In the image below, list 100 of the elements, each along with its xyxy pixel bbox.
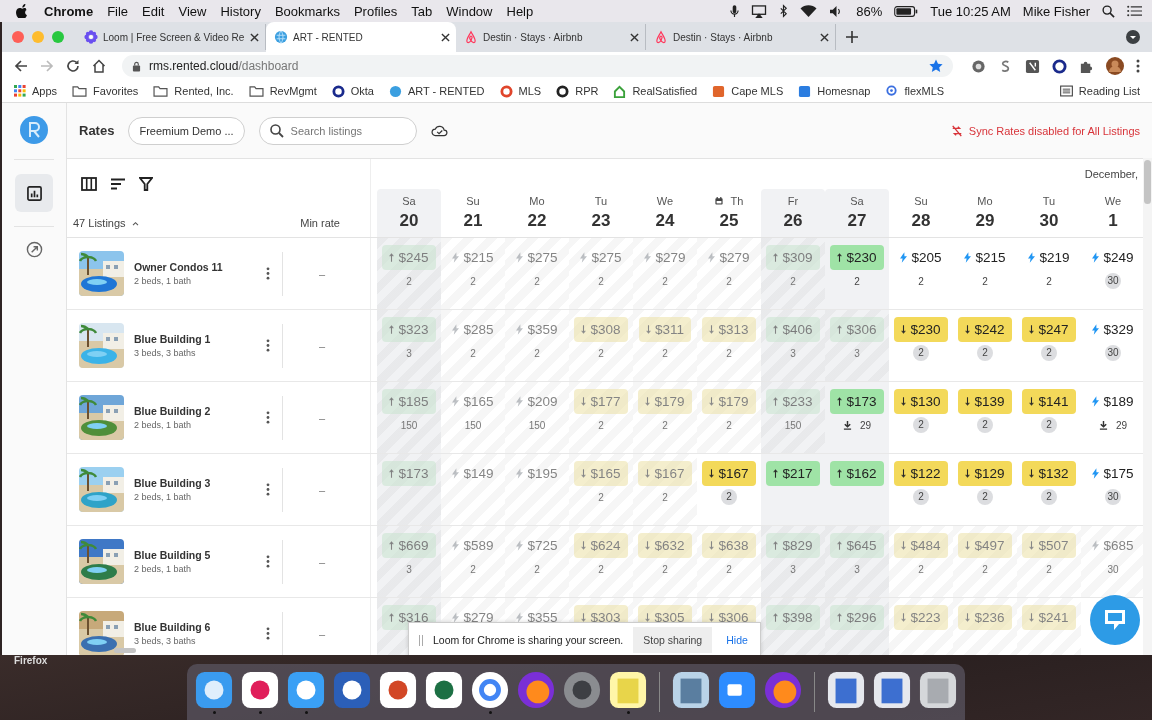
listings-sort-button[interactable]: 47 Listings bbox=[73, 217, 139, 229]
kebab-menu-icon[interactable] bbox=[266, 483, 270, 496]
scrollbar-thumb[interactable] bbox=[1144, 160, 1151, 204]
avatar-icon[interactable] bbox=[1106, 57, 1124, 75]
close-icon[interactable] bbox=[441, 32, 450, 42]
ring-icon[interactable] bbox=[1052, 58, 1067, 74]
bookmark-link[interactable]: Rented, Inc. bbox=[153, 85, 234, 97]
app-icon[interactable] bbox=[764, 670, 802, 709]
bookmark-link[interactable]: Favorites bbox=[72, 85, 139, 97]
menu-item[interactable]: Profiles bbox=[353, 3, 398, 19]
app-icon[interactable] bbox=[873, 670, 911, 709]
wifi-icon[interactable] bbox=[800, 5, 818, 17]
rate-chip[interactable]: $132 bbox=[1022, 461, 1076, 486]
app-icon[interactable] bbox=[425, 670, 463, 709]
reading-list-link[interactable]: Reading List bbox=[1059, 85, 1140, 97]
drag-handle[interactable] bbox=[419, 634, 423, 646]
app-icon[interactable] bbox=[471, 670, 509, 709]
gear-icon[interactable] bbox=[971, 58, 986, 74]
new-tab-icon[interactable] bbox=[846, 31, 858, 43]
browser-tab[interactable]: Destin · Stays · Airbnb bbox=[646, 24, 836, 50]
menu-item[interactable]: Window bbox=[446, 3, 493, 19]
menu-item[interactable]: Bookmarks bbox=[274, 3, 340, 19]
reload-icon[interactable] bbox=[66, 59, 80, 73]
close-icon[interactable] bbox=[630, 32, 639, 42]
bookmark-link[interactable]: Homesnap bbox=[798, 84, 871, 98]
microphone-icon[interactable] bbox=[730, 4, 740, 18]
bookmark-link[interactable]: Cape MLS bbox=[712, 84, 784, 98]
app-icon[interactable] bbox=[241, 670, 279, 709]
menu-item[interactable]: View bbox=[178, 3, 207, 19]
browser-tab[interactable]: ART - RENTED bbox=[266, 22, 456, 52]
app-icon[interactable] bbox=[287, 670, 325, 709]
bookmark-link[interactable]: ART - RENTED bbox=[388, 84, 485, 98]
rate-chip[interactable]: $122 bbox=[894, 461, 948, 486]
sort-icon[interactable] bbox=[110, 178, 126, 190]
user-name[interactable]: Mike Fisher bbox=[1022, 3, 1090, 19]
app-icon[interactable] bbox=[195, 670, 233, 709]
search-field[interactable]: Search listings bbox=[258, 116, 417, 145]
cloud-check-icon[interactable] bbox=[430, 124, 448, 137]
rate-chip[interactable]: $167 bbox=[702, 461, 756, 486]
bookmark-link[interactable]: Okta bbox=[331, 84, 374, 98]
rate-chip[interactable]: $129 bbox=[958, 461, 1012, 486]
compass-icon[interactable] bbox=[25, 241, 43, 258]
more-icon[interactable] bbox=[1136, 59, 1140, 73]
hide-button[interactable]: Hide bbox=[722, 634, 752, 646]
rate-chip[interactable]: $217 bbox=[766, 461, 820, 486]
app-icon[interactable] bbox=[919, 670, 957, 709]
menu-item[interactable]: History bbox=[220, 3, 261, 19]
menu-app-name[interactable]: Chrome bbox=[44, 3, 94, 19]
star-icon[interactable] bbox=[929, 59, 943, 73]
browser-tab[interactable]: Destin · Stays · Airbnb bbox=[456, 24, 646, 50]
menu-item[interactable]: Edit bbox=[142, 3, 165, 19]
bookmark-link[interactable]: RPR bbox=[556, 84, 599, 98]
app-icon[interactable] bbox=[672, 670, 710, 709]
bookmark-link[interactable]: RealSatisfied bbox=[613, 84, 698, 98]
columns-icon[interactable] bbox=[81, 177, 97, 191]
close-icon[interactable] bbox=[820, 32, 829, 42]
rate-chip[interactable]: $173 bbox=[830, 389, 884, 414]
app-icon[interactable] bbox=[827, 670, 865, 709]
rate-chip[interactable]: $139 bbox=[958, 389, 1012, 414]
back-icon[interactable] bbox=[14, 59, 28, 73]
apple-icon[interactable] bbox=[16, 4, 28, 18]
bookmark-link[interactable]: Apps bbox=[14, 85, 58, 97]
rate-chip[interactable]: $162 bbox=[830, 461, 884, 486]
close-icon[interactable] bbox=[250, 32, 259, 42]
bookmark-link[interactable]: flexMLS bbox=[885, 84, 945, 98]
menu-item[interactable]: File bbox=[107, 3, 129, 19]
rate-chip[interactable]: $130 bbox=[894, 389, 948, 414]
rate-chip[interactable]: $230 bbox=[830, 245, 884, 270]
rate-chip[interactable]: $247 bbox=[1022, 317, 1076, 342]
menu-item[interactable]: Tab bbox=[411, 3, 433, 19]
app-icon[interactable] bbox=[718, 670, 756, 709]
airplay-icon[interactable] bbox=[751, 4, 768, 18]
app-icon[interactable] bbox=[609, 670, 647, 709]
extension-icon[interactable] bbox=[1025, 58, 1040, 74]
list-icon[interactable] bbox=[1127, 5, 1142, 17]
filter-icon[interactable] bbox=[139, 177, 153, 191]
bluetooth-icon[interactable] bbox=[779, 4, 789, 18]
scrollbar-thumb[interactable] bbox=[114, 648, 136, 653]
app-logo[interactable] bbox=[19, 115, 49, 145]
menu-item[interactable]: Help bbox=[506, 3, 534, 19]
rate-chip[interactable]: $141 bbox=[1022, 389, 1076, 414]
rate-chip[interactable]: $230 bbox=[894, 317, 948, 342]
home-icon[interactable] bbox=[92, 59, 106, 73]
kebab-menu-icon[interactable] bbox=[266, 411, 270, 424]
bookmark-link[interactable]: RevMgmt bbox=[248, 85, 317, 97]
kebab-menu-icon[interactable] bbox=[266, 627, 270, 640]
stop-sharing-button[interactable]: Stop sharing bbox=[633, 627, 713, 653]
kebab-menu-icon[interactable] bbox=[266, 339, 270, 352]
app-icon[interactable] bbox=[517, 670, 555, 709]
battery-icon[interactable] bbox=[894, 5, 919, 17]
address-bar[interactable]: rms.rented.cloud/dashboard bbox=[122, 55, 953, 77]
app-icon[interactable] bbox=[333, 670, 371, 709]
kebab-menu-icon[interactable] bbox=[266, 555, 270, 568]
rates-nav-button[interactable] bbox=[15, 174, 53, 212]
bookmark-link[interactable]: MLS bbox=[499, 84, 542, 98]
kebab-menu-icon[interactable] bbox=[266, 267, 270, 280]
account-selector[interactable]: Freemium Demo ... bbox=[128, 116, 245, 145]
search-icon[interactable] bbox=[1102, 4, 1115, 18]
rate-chip[interactable]: $242 bbox=[958, 317, 1012, 342]
tab-search-icon[interactable] bbox=[1126, 30, 1140, 44]
